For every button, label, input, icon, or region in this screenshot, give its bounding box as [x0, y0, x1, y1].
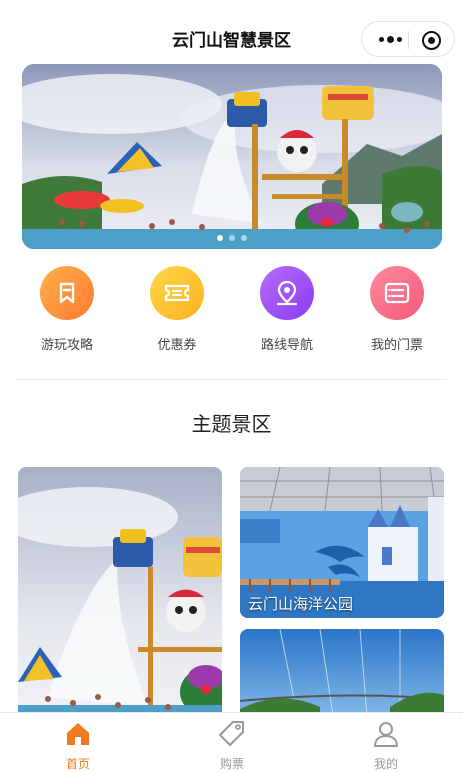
theme-card-waterpark[interactable] — [18, 467, 222, 727]
tab-label: 我的 — [373, 757, 398, 771]
quick-entry-my-tickets[interactable]: 我的门票 — [342, 266, 452, 353]
quick-entry-label: 路线导航 — [260, 338, 313, 353]
carousel-dot-active[interactable] — [217, 235, 223, 241]
quick-entry-grid: 游玩攻略 优惠券 路线导航 我的门票 — [0, 266, 463, 362]
section-title: 主题景区 — [191, 412, 272, 436]
tab-label: 首页 — [65, 757, 90, 771]
banner-image — [22, 64, 442, 249]
quick-entry-coupon[interactable]: 优惠券 — [122, 266, 232, 353]
tab-buy-ticket[interactable]: 购票 — [172, 719, 292, 772]
card-title: 云门山海洋公园 — [248, 595, 354, 613]
quick-entry-navigation[interactable]: 路线导航 — [232, 266, 342, 353]
ticket-list-icon — [370, 266, 424, 320]
tab-label: 购票 — [219, 757, 244, 771]
carousel-indicator — [22, 235, 442, 241]
quick-entry-label: 我的门票 — [370, 338, 423, 353]
bookmark-icon — [40, 266, 94, 320]
card-image — [18, 467, 222, 727]
banner-carousel[interactable] — [22, 64, 442, 249]
map-pin-icon — [260, 266, 314, 320]
close-program-icon[interactable] — [422, 31, 441, 50]
theme-card-ocean-park[interactable]: 云门山海洋公园 — [240, 467, 444, 618]
quick-entry-guide[interactable]: 游玩攻略 — [12, 266, 122, 353]
tab-home[interactable]: 首页 — [18, 719, 138, 772]
more-icon[interactable] — [373, 30, 407, 48]
carousel-dot[interactable] — [229, 235, 235, 241]
divider — [16, 379, 447, 380]
home-icon — [63, 719, 93, 749]
navigation-bar: 云门山智慧景区 — [0, 0, 463, 64]
tab-mine[interactable]: 我的 — [326, 719, 446, 772]
bottom-tab-bar: 首页 购票 我的 — [0, 712, 463, 772]
tag-icon — [217, 719, 247, 749]
coupon-icon — [150, 266, 204, 320]
carousel-dot[interactable] — [241, 235, 247, 241]
quick-entry-label: 游玩攻略 — [40, 338, 93, 353]
mini-program-capsule — [361, 21, 455, 57]
user-icon — [371, 719, 401, 749]
capsule-divider — [408, 31, 409, 49]
quick-entry-label: 优惠券 — [157, 338, 197, 353]
